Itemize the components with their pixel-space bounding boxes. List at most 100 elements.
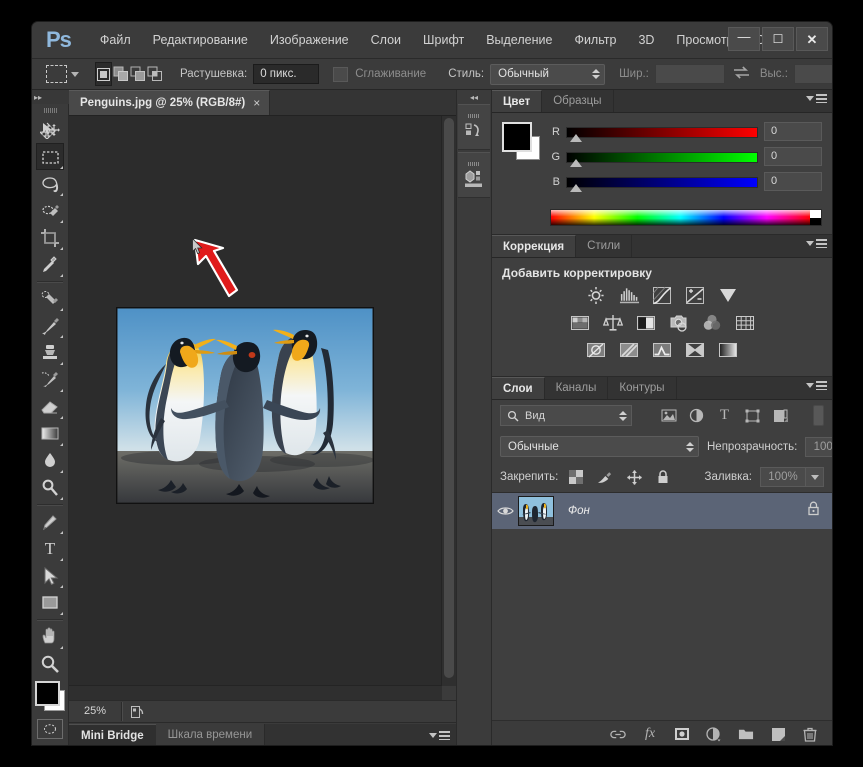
color-panel-tab-1[interactable]: Образцы <box>542 90 614 112</box>
shape-filter-icon[interactable] <box>744 408 761 423</box>
selection-mode-new[interactable] <box>95 62 112 86</box>
feather-input[interactable]: 0 пикс. <box>253 64 320 84</box>
foreground-color-swatch[interactable] <box>502 122 532 152</box>
lock-position-icon[interactable] <box>626 469 642 485</box>
height-input[interactable] <box>793 64 832 84</box>
channel-track-R[interactable] <box>566 126 758 142</box>
color-lookup-icon[interactable] <box>734 313 755 332</box>
chevron-down-icon[interactable] <box>71 71 79 77</box>
panel-menu-icon[interactable] <box>429 730 450 740</box>
current-tool-preset[interactable] <box>44 65 81 83</box>
table-row[interactable]: Фон <box>492 493 832 529</box>
antialias-checkbox[interactable] <box>333 66 349 82</box>
channel-slider-handle-B[interactable] <box>570 183 582 192</box>
quick-mask-button[interactable] <box>37 719 63 739</box>
foreground-color-swatch[interactable] <box>35 681 60 706</box>
tools-grip[interactable] <box>43 108 57 113</box>
selective-color-icon[interactable] <box>685 340 706 359</box>
vertical-scroll-thumb[interactable] <box>444 118 454 678</box>
menu-item-4[interactable]: Шрифт <box>412 30 475 50</box>
gradient-map-icon[interactable] <box>718 340 739 359</box>
layer-list[interactable]: Фон <box>492 492 832 721</box>
document-tab[interactable]: Penguins.jpg @ 25% (RGB/8#) × <box>69 90 271 115</box>
width-input[interactable] <box>654 64 725 84</box>
lasso-tool[interactable] <box>36 170 64 197</box>
blend-mode-select[interactable]: Обычные <box>500 436 699 457</box>
history-panel-icon[interactable] <box>458 104 490 150</box>
layers-panel-tab-0[interactable]: Слои <box>492 377 545 399</box>
threshold-icon[interactable] <box>652 340 673 359</box>
layer-thumbnail[interactable] <box>518 496 554 526</box>
exposure-icon[interactable] <box>685 286 706 305</box>
document-image[interactable] <box>117 308 373 503</box>
selection-mode-intersect[interactable] <box>147 63 163 85</box>
filter-toggle-switch[interactable] <box>813 405 824 426</box>
menu-item-1[interactable]: Редактирование <box>142 30 259 50</box>
adjustments-panel-menu-icon[interactable] <box>806 239 827 248</box>
smart-object-filter-icon[interactable] <box>772 408 789 423</box>
foreground-background-color[interactable] <box>35 681 65 711</box>
rectangle-tool[interactable] <box>36 589 64 616</box>
color-balance-icon[interactable] <box>602 313 623 332</box>
color-panel-menu-icon[interactable] <box>806 94 827 103</box>
blur-tool[interactable] <box>36 447 64 474</box>
levels-icon[interactable] <box>619 286 640 305</box>
pixel-filter-icon[interactable] <box>660 408 677 423</box>
color-spectrum-ramp[interactable] <box>550 209 822 226</box>
fill-value[interactable]: 100% <box>760 467 806 487</box>
crop-tool[interactable] <box>36 224 64 251</box>
fill-dropdown-icon[interactable] <box>806 467 824 487</box>
brightness-contrast-icon[interactable] <box>586 286 607 305</box>
type-tool[interactable]: T <box>36 535 64 562</box>
clone-stamp-tool[interactable] <box>36 339 64 366</box>
menu-item-0[interactable]: Файл <box>89 30 142 50</box>
maximize-button[interactable]: ☐ <box>762 27 794 51</box>
opacity-value[interactable]: 100% <box>805 436 832 457</box>
invert-icon[interactable] <box>586 340 607 359</box>
eraser-tool[interactable] <box>36 393 64 420</box>
new-layer-icon[interactable] <box>770 726 786 742</box>
hand-tool[interactable] <box>36 623 64 650</box>
menu-item-5[interactable]: Выделение <box>475 30 563 50</box>
style-select[interactable]: Обычный <box>490 63 606 85</box>
layer-filter-select[interactable]: Вид <box>500 405 632 426</box>
black-white-icon[interactable] <box>635 313 656 332</box>
link-layers-icon[interactable] <box>610 726 626 742</box>
channel-mixer-icon[interactable] <box>701 313 722 332</box>
type-filter-icon[interactable]: T <box>716 408 733 423</box>
selection-mode-add[interactable] <box>113 63 129 85</box>
lock-transparency-icon[interactable] <box>568 470 584 485</box>
delete-layer-icon[interactable] <box>802 726 818 742</box>
brush-tool[interactable] <box>36 312 64 339</box>
menu-item-6[interactable]: Фильтр <box>563 30 627 50</box>
color-panel-swatches[interactable] <box>502 122 540 160</box>
document-info[interactable] <box>122 705 456 719</box>
vibrance-icon[interactable] <box>718 286 739 305</box>
channel-slider-handle-G[interactable] <box>570 158 582 167</box>
new-adjustment-layer-icon[interactable] <box>706 726 722 742</box>
layer-mask-icon[interactable] <box>674 726 690 742</box>
menu-item-3[interactable]: Слои <box>360 30 412 50</box>
zoom-tool[interactable] <box>36 650 64 677</box>
channel-track-G[interactable] <box>566 151 758 167</box>
layer-style-fx-icon[interactable]: fx <box>642 726 658 742</box>
channel-track-B[interactable] <box>566 176 758 192</box>
menu-item-7[interactable]: 3D <box>627 30 665 50</box>
stepper-icon[interactable] <box>619 410 627 421</box>
gradient-tool[interactable] <box>36 420 64 447</box>
mini-bridge-tab-1[interactable]: Шкала времени <box>156 724 265 745</box>
channel-value-R[interactable]: 0 <box>764 122 822 141</box>
3d-panel-icon[interactable] <box>458 152 490 198</box>
rectangular-marquee-tool[interactable] <box>36 143 64 170</box>
dock-collapse-button[interactable]: ◂◂ <box>457 90 491 104</box>
selection-mode-subtract[interactable] <box>130 63 146 85</box>
layer-visibility-toggle[interactable] <box>492 505 518 517</box>
pen-tool[interactable] <box>36 508 64 535</box>
mini-bridge-tab-0[interactable]: Mini Bridge <box>69 723 156 745</box>
white-black-swatches[interactable] <box>810 210 821 225</box>
posterize-icon[interactable] <box>619 340 640 359</box>
canvas[interactable] <box>69 116 442 686</box>
dodge-tool[interactable] <box>36 474 64 501</box>
layers-panel-menu-icon[interactable] <box>806 381 827 390</box>
layers-panel-tab-2[interactable]: Контуры <box>608 377 677 399</box>
